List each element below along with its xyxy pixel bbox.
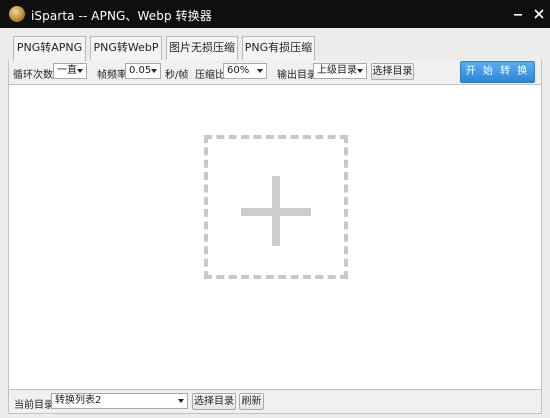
- frame-rate-select[interactable]: 0.05: [125, 63, 161, 79]
- tab-label: 图片无损压缩: [169, 41, 235, 54]
- close-icon[interactable]: [530, 5, 548, 23]
- chevron-down-icon: [257, 69, 263, 73]
- chevron-down-icon: [178, 399, 184, 403]
- loop-count-value: 一直: [57, 65, 77, 76]
- loop-count-select[interactable]: 一直: [53, 63, 87, 79]
- refresh-button[interactable]: 刷新: [239, 393, 264, 410]
- output-dir-value: 上级目录: [317, 65, 357, 76]
- compression-ratio-select[interactable]: 60%: [223, 63, 267, 79]
- chevron-down-icon: [357, 69, 363, 73]
- bottom-bar: 当前目录 转换列表2 选择目录 刷新: [8, 390, 542, 414]
- chevron-down-icon: [77, 69, 83, 73]
- window-title: iSparta -- APNG、Webp 转换器: [31, 9, 212, 23]
- choose-dir-button[interactable]: 选择目录: [192, 393, 236, 410]
- tab-png-to-apng[interactable]: PNG转APNG: [13, 36, 86, 61]
- current-dir-value: 转换列表2: [55, 395, 102, 406]
- tab-label: PNG转WebP: [93, 41, 159, 54]
- choose-output-dir-button[interactable]: 选择目录: [371, 63, 414, 80]
- output-dir-label: 输出目录: [277, 70, 317, 81]
- title-bar: iSparta -- APNG、Webp 转换器: [0, 0, 550, 28]
- chevron-down-icon: [151, 69, 157, 73]
- tab-png-to-webp[interactable]: PNG转WebP: [90, 36, 162, 60]
- compression-ratio-label: 压缩比: [195, 70, 225, 81]
- frame-rate-value: 0.05: [129, 65, 152, 76]
- frame-rate-unit: 秒/帧: [165, 70, 189, 81]
- current-dir-select[interactable]: 转换列表2: [51, 393, 188, 409]
- current-dir-label: 当前目录: [14, 400, 54, 411]
- loop-count-label: 循环次数: [13, 70, 53, 81]
- tab-lossy-compress[interactable]: PNG有损压缩: [242, 36, 315, 60]
- tab-label: PNG转APNG: [16, 41, 83, 54]
- compression-ratio-value: 60%: [227, 65, 250, 76]
- frame-rate-label: 帧频率: [97, 70, 127, 81]
- start-convert-button[interactable]: 开 始 转 换: [460, 61, 535, 83]
- tab-lossless-compress[interactable]: 图片无损压缩: [166, 36, 238, 60]
- output-dir-select[interactable]: 上级目录: [313, 63, 367, 79]
- tab-label: PNG有损压缩: [244, 41, 313, 54]
- minimize-icon[interactable]: [509, 5, 527, 23]
- app-logo-icon: [9, 6, 25, 22]
